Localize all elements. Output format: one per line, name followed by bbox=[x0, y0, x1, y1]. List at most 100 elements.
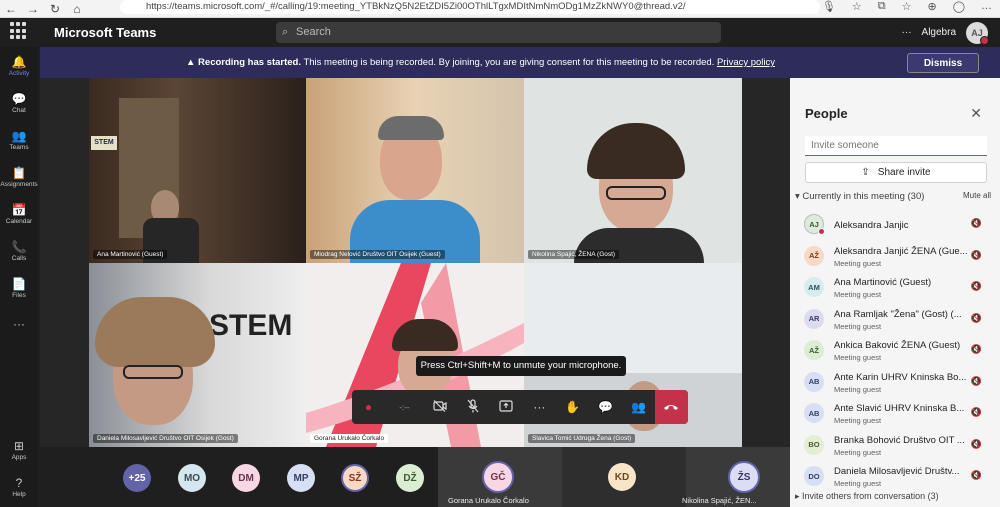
dismiss-button[interactable]: Dismiss bbox=[907, 53, 979, 73]
app-rail: 🔔 Activity 💬 Chat 👥 Teams 📋 Assignments 📅 Cal… bbox=[0, 47, 38, 507]
avatar[interactable]: MP bbox=[287, 464, 315, 492]
rail-label: Chat bbox=[12, 106, 26, 114]
strip-tile[interactable]: ŽS Nikolina Spajić, ŽEN... bbox=[682, 447, 790, 507]
rail-calls[interactable]: 📞 Calls bbox=[0, 232, 38, 269]
rail-help[interactable]: ? Help bbox=[0, 468, 38, 505]
chevron-down-icon: ▾ bbox=[795, 191, 800, 202]
avatar[interactable]: DM bbox=[232, 464, 260, 492]
strip-tile[interactable]: KD bbox=[562, 447, 686, 507]
invite-from-conversation[interactable]: ▸ Invite others from conversation (3) bbox=[795, 491, 939, 502]
banner-bold: Recording has started. bbox=[198, 57, 301, 68]
share-invite-button[interactable]: ⇪ Share invite bbox=[805, 162, 987, 183]
overflow-count[interactable]: +25 bbox=[123, 464, 151, 492]
rail-chat[interactable]: 💬 Chat bbox=[0, 84, 38, 121]
org-name[interactable]: Algebra bbox=[922, 27, 956, 38]
hangup-button[interactable] bbox=[654, 390, 688, 424]
rail-files[interactable]: 📄 Files bbox=[0, 269, 38, 306]
user-avatar[interactable]: AJ bbox=[966, 21, 989, 45]
mute-all-button[interactable]: Mute all bbox=[963, 191, 991, 200]
privacy-policy-link[interactable]: Privacy policy bbox=[717, 57, 775, 68]
avatar[interactable]: SŽ bbox=[341, 464, 369, 492]
avatar: AB bbox=[804, 371, 824, 392]
rail-more[interactable]: ··· bbox=[0, 306, 38, 343]
participant-row[interactable]: AM Ana Martinović (Guest) Meeting guest 🔇 bbox=[790, 271, 1000, 303]
strip-tile[interactable]: GČ Gorana Urukalo Čorkalo bbox=[438, 447, 562, 507]
participant-row[interactable]: AB Ante Karin UHRV Kninska Bo... Meeting g… bbox=[790, 366, 1000, 398]
mic-muted-icon[interactable]: 🔇 bbox=[971, 470, 982, 481]
rail-calendar[interactable]: 📅 Calendar bbox=[0, 195, 38, 232]
app-launcher-icon[interactable] bbox=[10, 22, 28, 40]
mic-muted-icon[interactable]: 🔇 bbox=[971, 281, 982, 292]
search-placeholder: Search bbox=[296, 26, 331, 38]
people-button[interactable]: 👥 bbox=[622, 390, 655, 424]
mic-muted-icon[interactable]: 🔇 bbox=[971, 407, 982, 418]
camera-off-button[interactable] bbox=[424, 390, 457, 424]
mic-muted-icon[interactable]: 🔇 bbox=[971, 439, 982, 450]
participant-name: Ankica Baković ŽENA (Guest) bbox=[834, 340, 961, 351]
address-bar[interactable]: https://teams.microsoft.com/_#/calling/1… bbox=[120, 0, 820, 14]
participant-row[interactable]: AŽ Ankica Baković ŽENA (Guest) Meeting gue… bbox=[790, 334, 1000, 366]
mic-icon[interactable]: 🎙 bbox=[822, 0, 836, 13]
mic-muted-icon[interactable]: 🔇 bbox=[971, 250, 982, 261]
collections-icon[interactable]: ⊕ bbox=[927, 0, 936, 13]
video-tile[interactable]: Miodrag Nelović Društvo OIT Osijek (Gues… bbox=[306, 78, 524, 263]
video-tile[interactable]: STEM Ana Martinović (Guest) bbox=[89, 78, 306, 263]
unmute-tooltip: Press Ctrl+Shift+M to unmute your microp… bbox=[416, 356, 626, 376]
participant-role: Meeting guest bbox=[834, 258, 882, 268]
participant-row[interactable]: DO Daniela Milosavljević Društv... Meeting… bbox=[790, 460, 1000, 492]
meeting-section-header[interactable]: ▾ Currently in this meeting (30) Mute al… bbox=[795, 191, 995, 202]
participant-row[interactable]: AŽ Aleksandra Janjić ŽENA (Gue... Meeting … bbox=[790, 240, 1000, 272]
teams-titlebar: Microsoft Teams ⌕ Search ··· Algebra AJ bbox=[0, 18, 1000, 47]
stem-sign: STEM bbox=[209, 309, 293, 342]
mic-muted-icon[interactable]: 🔇 bbox=[971, 344, 982, 355]
camera-off-icon bbox=[433, 399, 447, 415]
more-options-icon[interactable]: ··· bbox=[902, 27, 912, 38]
rail-activity[interactable]: 🔔 Activity bbox=[0, 47, 38, 84]
reload-icon[interactable]: ↻ bbox=[44, 2, 66, 16]
url-text: https://teams.microsoft.com/_#/calling/1… bbox=[146, 1, 686, 12]
share-screen-icon bbox=[499, 399, 513, 415]
favorite-icon[interactable]: ☆ bbox=[852, 0, 862, 13]
rail-label: Files bbox=[12, 291, 26, 299]
forward-icon[interactable]: → bbox=[22, 2, 44, 16]
close-icon[interactable]: ✕ bbox=[970, 105, 982, 122]
split-icon[interactable]: ⧉ bbox=[878, 0, 886, 13]
home-icon[interactable]: ⌂ bbox=[66, 2, 88, 16]
video-tile[interactable]: Nikolina Spajić, ŽENA (Gost) bbox=[524, 78, 742, 263]
chat-button[interactable]: 💬 bbox=[589, 390, 622, 424]
more-icon: ··· bbox=[13, 317, 25, 331]
profile-icon[interactable]: ◯ bbox=[953, 0, 965, 13]
participant-row[interactable]: AJ Aleksandra Janjic 🔇 bbox=[790, 208, 1000, 240]
invite-input[interactable] bbox=[805, 136, 987, 156]
file-icon: 📄 bbox=[11, 276, 27, 291]
rail-teams[interactable]: 👥 Teams bbox=[0, 121, 38, 158]
participant-role: Meeting guest bbox=[834, 479, 882, 488]
avatar[interactable]: DŽ bbox=[396, 464, 424, 492]
phone-icon: 📞 bbox=[11, 239, 27, 254]
browser-menu-icon[interactable]: … bbox=[981, 0, 992, 13]
search-icon: ⌕ bbox=[282, 26, 289, 38]
mic-muted-icon[interactable]: 🔇 bbox=[971, 376, 982, 387]
participant-row[interactable]: AB Ante Slavić UHRV Kninska B... Meeting g… bbox=[790, 397, 1000, 429]
back-icon[interactable]: ← bbox=[0, 2, 22, 16]
rail-label: Calendar bbox=[5, 217, 33, 225]
mic-muted-button[interactable] bbox=[457, 390, 490, 424]
participant-name: Daniela Milosavljević Društv... bbox=[834, 466, 960, 477]
share-button[interactable] bbox=[490, 390, 523, 424]
participant-row[interactable]: AR Ana Ramljak "Žena" (Gost) (... Meeting … bbox=[790, 303, 1000, 335]
participant-row[interactable]: BO Branka Bohović Društvo OIT ... Meeting … bbox=[790, 429, 1000, 461]
rail-apps[interactable]: ⊞ Apps bbox=[0, 431, 38, 468]
search-input[interactable]: ⌕ Search bbox=[276, 22, 721, 43]
video-tile[interactable]: STEM Daniela Milosavljević Društvo OIT O… bbox=[89, 263, 306, 447]
mic-muted-icon[interactable]: 🔇 bbox=[971, 218, 982, 229]
mic-muted-icon[interactable]: 🔇 bbox=[971, 313, 982, 324]
avatar[interactable]: MO bbox=[178, 464, 206, 492]
rail-label: Activity bbox=[8, 69, 30, 77]
raise-hand-button[interactable]: ✋ bbox=[556, 390, 589, 424]
participant-name: Ante Karin UHRV Kninska Bo... bbox=[834, 371, 967, 383]
rail-assignments[interactable]: 📋 Assignments bbox=[0, 158, 38, 195]
participant-name: Gorana Urukalo Čorkalo bbox=[310, 434, 389, 443]
more-actions-button[interactable]: ··· bbox=[523, 390, 556, 424]
browser-toolbar: ← → ↻ ⌂ https://teams.microsoft.com/_#/c… bbox=[0, 0, 1000, 18]
favorites-icon[interactable]: ☆ bbox=[902, 0, 912, 13]
